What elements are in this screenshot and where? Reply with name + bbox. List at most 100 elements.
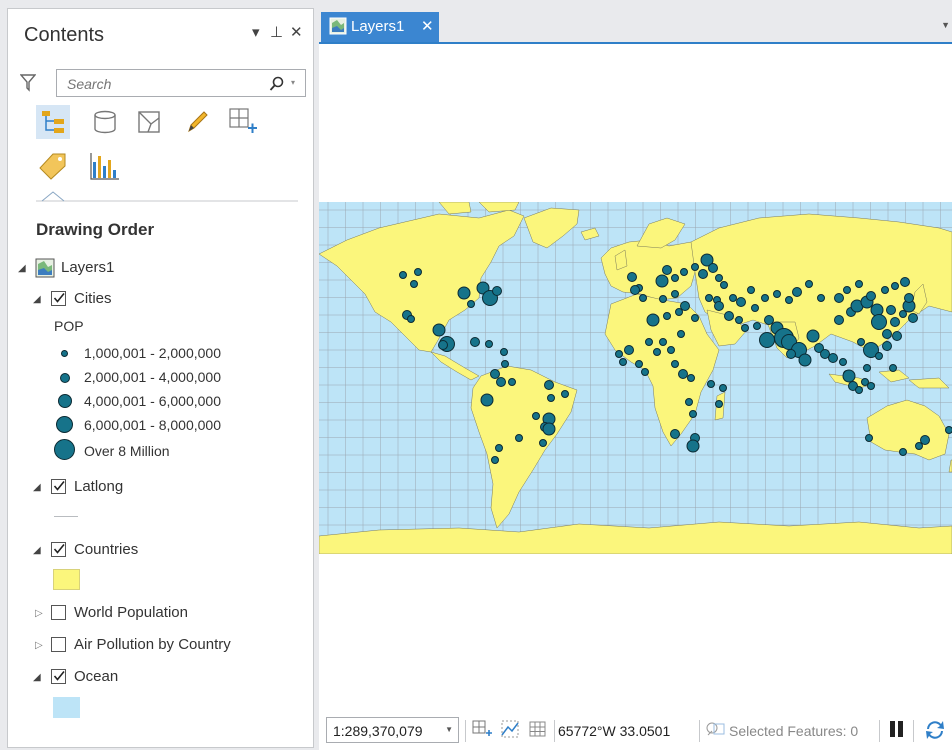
list-by-source-icon[interactable] <box>88 105 122 139</box>
expand-arrow-icon[interactable]: ◢ <box>18 263 26 274</box>
search-input[interactable] <box>65 75 259 93</box>
city-point <box>904 293 914 303</box>
list-by-charts-icon[interactable] <box>88 149 122 183</box>
layer-checkbox-world-population[interactable] <box>51 605 66 620</box>
close-pane-icon[interactable]: ✕ <box>290 23 303 41</box>
scale-selector[interactable]: 1:289,370,079 ▼ <box>326 717 459 743</box>
city-point <box>828 353 838 363</box>
city-point <box>414 268 422 276</box>
city-point <box>653 348 661 356</box>
layer-name-countries[interactable]: Countries <box>74 541 138 558</box>
city-point <box>645 338 653 346</box>
city-point <box>855 280 863 288</box>
city-point <box>882 341 892 351</box>
city-point <box>863 364 871 372</box>
search-options-icon[interactable]: ▾ <box>291 78 295 87</box>
city-point <box>881 286 889 294</box>
selection-icon[interactable] <box>705 719 725 739</box>
layer-checkbox-ocean[interactable] <box>51 669 66 684</box>
city-point <box>659 295 667 303</box>
pane-options-icon[interactable]: ▾ <box>252 23 260 41</box>
tab-list-dropdown-icon[interactable]: ▼ <box>941 20 950 30</box>
chevron-down-icon[interactable]: ▼ <box>445 725 453 734</box>
divider <box>465 720 466 742</box>
city-point <box>399 271 407 279</box>
city-point <box>663 312 671 320</box>
city-point <box>659 338 667 346</box>
legend-symbol-class-3 <box>58 394 72 408</box>
snapping-icon[interactable] <box>500 719 520 739</box>
collapsed-arrow-icon[interactable]: ▷ <box>35 608 43 619</box>
city-point <box>410 280 418 288</box>
ocean-fill-symbol <box>53 697 80 718</box>
search-icon[interactable] <box>269 76 285 92</box>
search-box[interactable]: ▾ <box>56 69 306 97</box>
expand-arrow-icon[interactable]: ◢ <box>33 482 41 493</box>
city-point <box>753 322 761 330</box>
city-point <box>761 294 769 302</box>
city-point <box>539 439 547 447</box>
filter-icon[interactable] <box>20 73 36 93</box>
city-point <box>715 274 723 282</box>
legend-label-class-4: 6,000,001 - 8,000,000 <box>84 417 222 433</box>
city-point <box>834 315 844 325</box>
layer-checkbox-cities[interactable] <box>51 291 66 306</box>
city-point <box>432 323 446 337</box>
divider <box>699 720 700 742</box>
tab-layers1[interactable]: Layers1 ✕ <box>321 12 439 42</box>
grid-display-icon[interactable] <box>528 719 548 739</box>
city-point <box>675 308 683 316</box>
refresh-icon[interactable] <box>923 719 947 741</box>
city-point <box>708 263 718 273</box>
city-point <box>729 294 737 302</box>
city-point <box>615 350 623 358</box>
city-point <box>785 296 793 304</box>
city-point <box>866 291 876 301</box>
selected-features-count: Selected Features: 0 <box>729 723 859 739</box>
collapsed-arrow-icon[interactable]: ▷ <box>35 640 43 651</box>
layer-name-ocean[interactable]: Ocean <box>74 668 118 685</box>
city-point <box>508 378 516 386</box>
city-point <box>792 287 802 297</box>
layer-name-cities[interactable]: Cities <box>74 290 112 307</box>
layer-checkbox-air-pollution[interactable] <box>51 637 66 652</box>
city-point <box>500 348 508 356</box>
contents-title: Contents <box>24 24 105 46</box>
city-point <box>817 294 825 302</box>
list-by-editing-icon[interactable] <box>180 105 214 139</box>
city-point <box>735 316 743 324</box>
pause-drawing-icon[interactable] <box>887 719 907 739</box>
expand-arrow-icon[interactable]: ◢ <box>33 545 41 556</box>
city-point <box>542 422 556 436</box>
city-point <box>490 369 500 379</box>
list-by-snapping-icon[interactable] <box>226 105 260 139</box>
layer-name-world-population[interactable]: World Population <box>74 604 188 621</box>
layer-name-latlong[interactable]: Latlong <box>74 478 123 495</box>
layer-checkbox-latlong[interactable] <box>51 479 66 494</box>
status-bar: 1:289,370,079 ▼ 65772°W 33.0501 Selected… <box>319 714 952 750</box>
city-point <box>736 297 746 307</box>
list-by-drawing-order-icon[interactable] <box>36 105 70 139</box>
city-point <box>678 369 688 379</box>
city-point <box>715 400 723 408</box>
city-point <box>773 290 781 298</box>
layer-checkbox-countries[interactable] <box>51 542 66 557</box>
layer-name-air-pollution[interactable]: Air Pollution by Country <box>74 636 231 653</box>
list-by-labeling-icon[interactable] <box>36 149 70 183</box>
fixed-zoom-grid-icon[interactable] <box>472 719 492 739</box>
contents-pane: Contents ▾ ⊥ ✕ ▾ <box>7 8 314 748</box>
close-tab-icon[interactable]: ✕ <box>421 17 434 35</box>
legend-label-class-2: 2,000,001 - 4,000,000 <box>84 369 222 385</box>
expand-arrow-icon[interactable]: ◢ <box>33 294 41 305</box>
drawing-order-heading: Drawing Order <box>36 220 155 239</box>
expand-arrow-icon[interactable]: ◢ <box>33 672 41 683</box>
city-point <box>915 442 923 450</box>
city-point <box>467 300 475 308</box>
pin-icon[interactable]: ⊥ <box>270 23 283 41</box>
city-point <box>639 294 647 302</box>
city-point <box>677 330 685 338</box>
list-by-selection-icon[interactable] <box>132 105 166 139</box>
map-view[interactable] <box>319 202 952 554</box>
divider <box>913 720 914 742</box>
city-point <box>871 314 887 330</box>
